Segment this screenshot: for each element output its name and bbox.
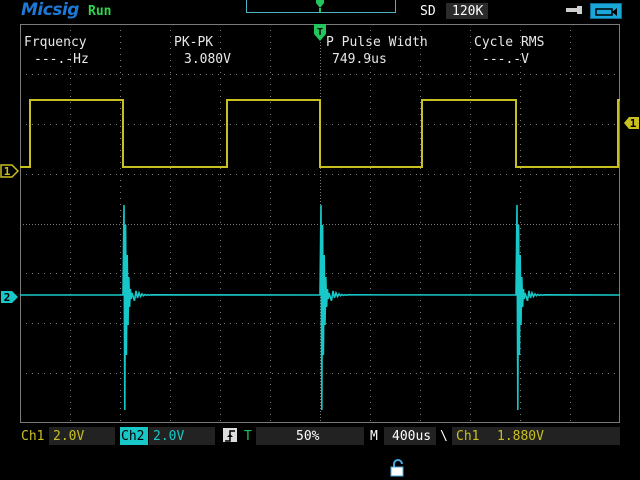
memory-depth-value[interactable]: 120K xyxy=(452,4,483,19)
timebase-label: M xyxy=(370,429,378,444)
brand-logo: Micsig xyxy=(21,0,79,20)
graticule xyxy=(20,24,620,423)
trigger-edge-icon[interactable] xyxy=(223,428,237,442)
waveform-display[interactable] xyxy=(20,24,620,423)
trigger-letter: T xyxy=(244,429,252,444)
ch1-waveform xyxy=(20,99,620,168)
ch2-marker-label: 2 xyxy=(4,291,11,304)
measurement-frequency-label: Frquency xyxy=(24,35,87,50)
trigger-level-label: 1 xyxy=(630,117,637,130)
ch1-marker-label: 1 xyxy=(4,165,11,178)
bottom-settings-bar: Ch1 2.0V Ch2 2.0V T 50% M 400us \ Ch1 1.… xyxy=(0,424,640,450)
measurement-pulse-width-label: P Pulse Width xyxy=(326,35,428,50)
ch2-offset-marker[interactable]: 2 xyxy=(0,289,19,304)
ch1-offset-marker[interactable]: 1 xyxy=(0,163,20,178)
measurement-pkpk-value: 3.080V xyxy=(184,52,231,67)
trigger-position-letter: T xyxy=(317,27,323,38)
ch1-scale[interactable]: 2.0V xyxy=(53,429,84,444)
measurement-cycle-rms-label: Cycle RMS xyxy=(474,35,545,50)
measurement-pulse-width-value: 749.9us xyxy=(332,52,387,67)
measurement-pkpk-label: PK-PK xyxy=(174,35,214,50)
ch2-scale[interactable]: 2.0V xyxy=(153,429,184,444)
trigger-position-arrow-icon xyxy=(314,0,326,13)
trigger-source[interactable]: Ch1 xyxy=(456,429,479,444)
ch2-waveform xyxy=(20,204,620,411)
acquisition-mode[interactable]: SD xyxy=(420,4,436,19)
measurement-frequency-value: ---.-Hz xyxy=(34,52,89,67)
top-status-bar: Micsig Run SD 120K xyxy=(0,0,640,24)
usb-icon xyxy=(566,6,582,14)
trigger-level-marker[interactable]: 1 xyxy=(623,115,640,130)
measurement-cycle-rms-value: ---.-V xyxy=(482,52,529,67)
trigger-position-value[interactable]: 50% xyxy=(296,429,319,444)
run-status[interactable]: Run xyxy=(88,4,111,19)
trigger-slope-icon: \ xyxy=(440,429,448,444)
trigger-position-marker[interactable]: T xyxy=(313,24,327,42)
ch2-label[interactable]: Ch2 xyxy=(121,429,144,444)
battery-icon xyxy=(590,3,622,19)
lock-icon[interactable] xyxy=(390,459,406,477)
trigger-level-value[interactable]: 1.880V xyxy=(497,429,544,444)
timebase-value[interactable]: 400us xyxy=(392,429,431,444)
ch1-label[interactable]: Ch1 xyxy=(21,429,44,444)
